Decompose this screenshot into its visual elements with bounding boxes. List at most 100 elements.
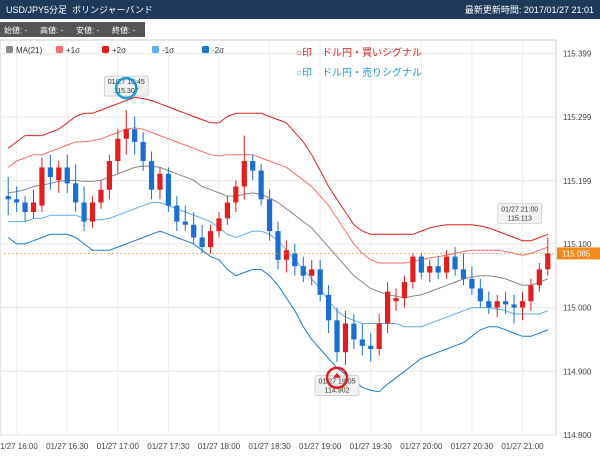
legend-swatch <box>152 46 159 53</box>
legend-label: -1σ <box>162 46 174 55</box>
candle-down <box>351 323 357 340</box>
legend-label: MA(21) <box>16 46 43 55</box>
candle-down <box>132 129 138 142</box>
candle-up <box>536 269 542 286</box>
candle-up <box>410 256 416 283</box>
candle-up <box>115 138 121 162</box>
x-tick-label: 01/27 20:30 <box>451 442 494 451</box>
candle-up <box>56 167 62 181</box>
candle-up <box>528 285 534 302</box>
candle-down <box>47 167 53 177</box>
candle-up <box>89 202 96 222</box>
legend-swatch <box>6 46 13 53</box>
candle-up <box>393 298 399 302</box>
x-tick-label: 01/27 17:30 <box>147 442 190 451</box>
bollinger-chart: USD/JPY 5分足 ボリンジャーバンド 最新更新時間: 2017/01/27… <box>0 0 600 456</box>
candle-down <box>486 301 492 308</box>
candle-up <box>494 301 500 308</box>
ohlc-open: 始値: - <box>4 25 27 35</box>
candle-up <box>545 253 551 270</box>
current-price-label: 115.085 <box>562 249 591 258</box>
candle-down <box>477 288 483 302</box>
candle-down <box>165 173 172 206</box>
x-tick-label: 01/27 16:30 <box>46 442 89 451</box>
annotation-time: 01/27 16:45 <box>108 79 145 86</box>
candle-down <box>359 339 365 346</box>
candle-up <box>384 291 391 324</box>
candle-down <box>368 345 374 349</box>
candle-down <box>266 199 273 232</box>
symbol-label: USD/JPY <box>6 5 44 15</box>
annotation-time: 01/27 21:00 <box>501 207 538 214</box>
candle-down <box>452 256 458 270</box>
legend-label: +1σ <box>66 46 80 55</box>
x-tick-label: 01/27 20:00 <box>400 442 443 451</box>
candle-down <box>418 256 424 273</box>
candle-down <box>73 183 79 203</box>
candle-up <box>401 282 408 299</box>
ohlc-low: 安値: - <box>76 25 99 35</box>
candle-down <box>22 202 28 213</box>
candle-down <box>469 278 475 289</box>
candle-up <box>283 250 290 260</box>
timeframe-label: 5分足 <box>44 5 67 15</box>
candle-down <box>199 237 205 248</box>
candle-down <box>148 161 155 190</box>
candle-down <box>258 170 264 200</box>
candle-up <box>519 301 526 308</box>
candle-down <box>191 224 197 238</box>
candle-down <box>64 167 70 184</box>
candle-down <box>511 304 517 308</box>
x-tick-label: 01/27 18:00 <box>198 442 241 451</box>
candle-down <box>460 269 467 279</box>
y-tick-label: 114.800 <box>563 431 592 440</box>
x-tick-label: 01/27 19:30 <box>350 442 393 451</box>
candle-down <box>14 199 20 203</box>
candle-down <box>174 205 180 222</box>
candle-up <box>39 167 45 206</box>
candle-up <box>233 186 239 203</box>
candle-down <box>292 253 298 267</box>
candle-up <box>376 323 382 349</box>
y-tick-label: 115.000 <box>563 304 592 313</box>
annotation-price: 115.113 <box>508 216 532 223</box>
legend-label: +2σ <box>112 46 126 55</box>
candle-down <box>140 141 146 162</box>
candle-up <box>207 231 214 248</box>
candle-down <box>334 320 340 353</box>
candle-down <box>325 294 332 321</box>
annotation-time: 01/27 19:05 <box>319 379 356 386</box>
candle-down <box>435 266 441 273</box>
x-tick-label: 01/27 18:30 <box>248 442 291 451</box>
candle-up <box>309 269 315 276</box>
candle-down <box>275 231 281 260</box>
candle-up <box>106 161 112 190</box>
x-tick-label: 01/27 19:00 <box>299 442 342 451</box>
last-updated: 最新更新時間: 2017/01/27 21:01 <box>465 4 594 15</box>
indicator-label: ボリンジャーバンド <box>72 5 153 15</box>
y-tick-label: 114.900 <box>563 367 592 376</box>
buy-signal-note: ○印 ドル円・買いシグナル <box>296 46 422 59</box>
candle-up <box>216 218 222 232</box>
y-tick-label: 115.199 <box>563 177 592 186</box>
candle-up <box>123 129 129 139</box>
candle-up <box>30 202 37 213</box>
y-tick-label: 115.399 <box>563 49 592 58</box>
candle-down <box>250 161 256 171</box>
sell-signal-note: ○印 ドル円・売りシグナル <box>296 66 422 79</box>
candle-down <box>503 301 509 305</box>
x-tick-label: 01/27 17:00 <box>97 442 140 451</box>
candle-down <box>81 202 87 222</box>
candle-down <box>5 196 11 200</box>
x-axis: 01/27 16:00 01/27 16:30 01/27 17:00 01/27 1… <box>0 442 544 451</box>
candle-down <box>300 266 306 276</box>
chart-canvas: USD/JPY 5分足 ボリンジャーバンド 最新更新時間: 2017/01/27… <box>0 0 600 451</box>
candle-up <box>241 161 247 187</box>
legend-label: -2σ <box>212 46 224 55</box>
candle-up <box>427 266 433 273</box>
candle-down <box>317 269 323 295</box>
candle-up <box>444 256 450 273</box>
legend-swatch <box>56 46 63 53</box>
y-tick-label: 115.299 <box>563 113 592 122</box>
x-tick-label: 01/27 21:00 <box>501 442 544 451</box>
